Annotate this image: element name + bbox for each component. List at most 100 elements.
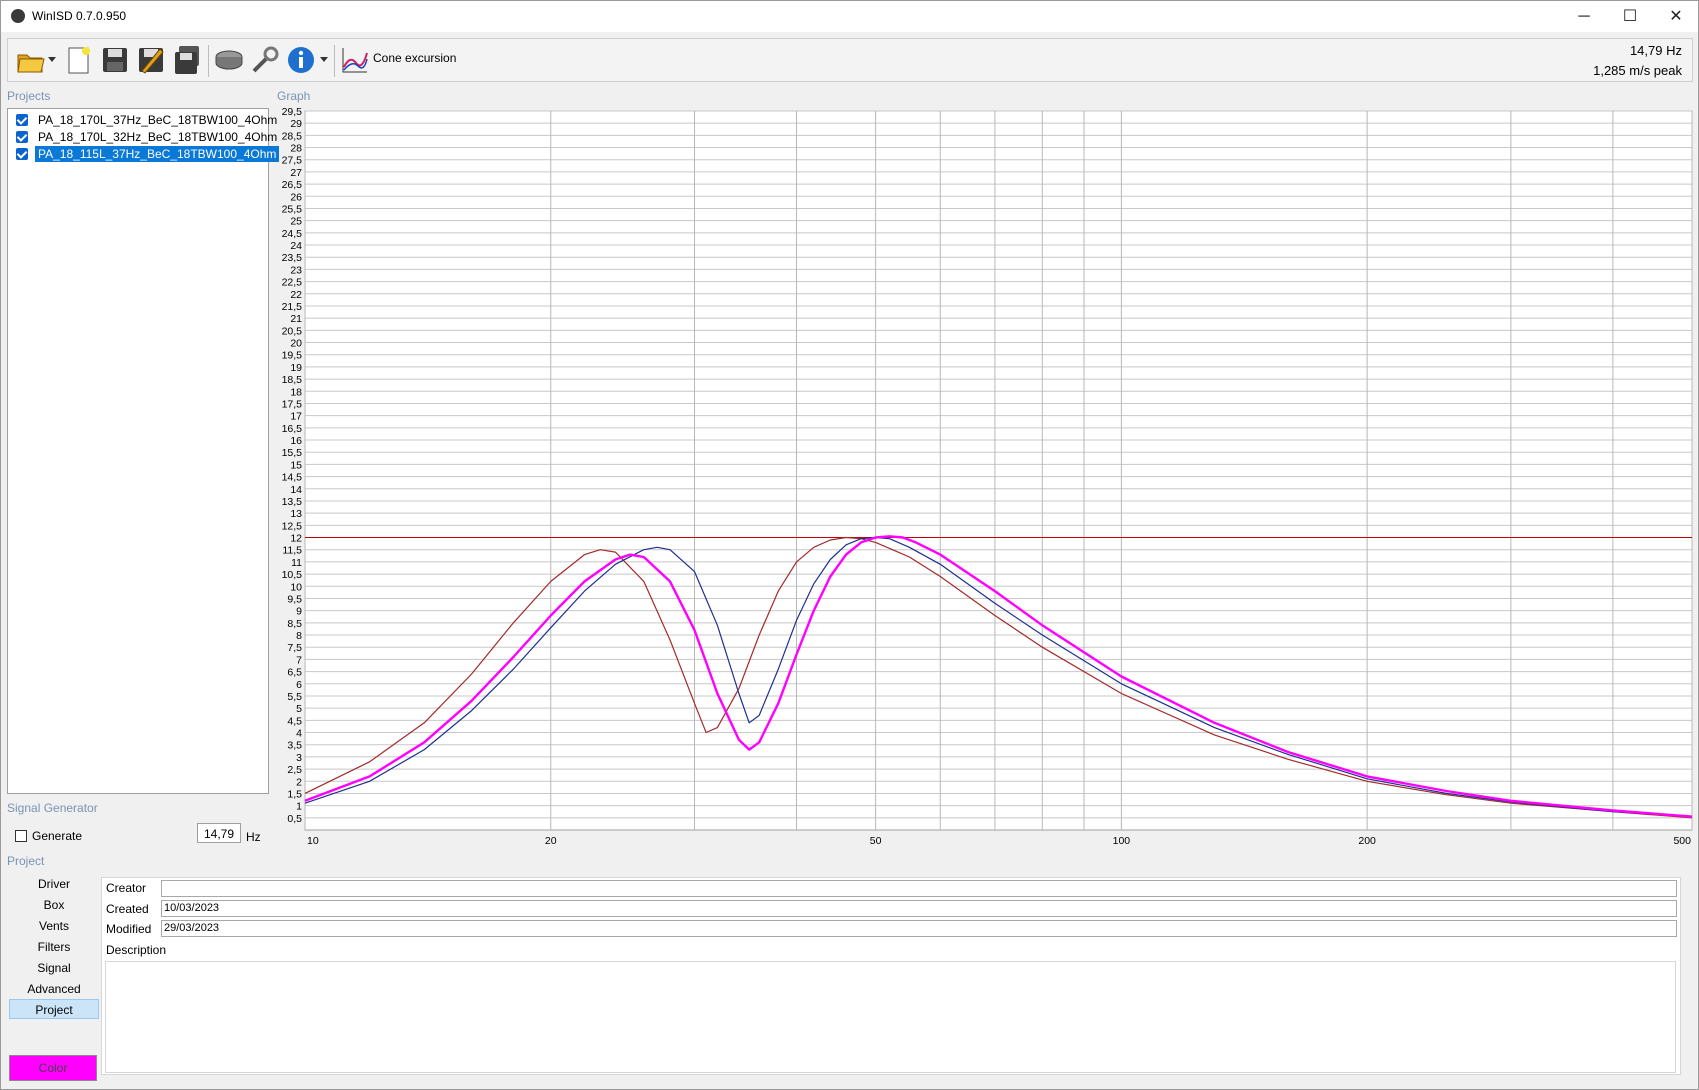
driver-icon[interactable] [214, 45, 244, 75]
y-tick-label: 27 [290, 167, 302, 179]
x-tick-label: 50 [870, 835, 882, 847]
y-tick-label: 27,5 [282, 155, 303, 167]
y-tick-label: 29 [290, 118, 302, 130]
y-tick-label: 12,5 [282, 520, 303, 532]
nav-project[interactable]: Project [9, 999, 99, 1019]
modified-label: Modified [106, 922, 152, 936]
x-tick-label: 20 [545, 835, 557, 847]
maximize-button[interactable]: ☐ [1607, 1, 1653, 32]
y-tick-label: 22 [290, 289, 302, 301]
y-tick-label: 18 [290, 386, 302, 398]
y-tick-label: 25,5 [282, 203, 303, 215]
window-title: WinISD 0.7.0.950 [32, 9, 127, 23]
y-tick-label: 16 [290, 435, 302, 447]
y-tick-label: 14,5 [282, 472, 303, 484]
nav-advanced[interactable]: Advanced [9, 979, 99, 999]
y-tick-label: 24 [290, 240, 302, 252]
info-dropdown-chevron-icon[interactable] [320, 57, 328, 63]
created-field[interactable]: 10/03/2023 [161, 900, 1677, 917]
graph-icon[interactable] [340, 45, 370, 75]
y-tick-label: 3,5 [287, 740, 302, 752]
description-label: Description [106, 943, 167, 957]
y-tick-label: 15 [290, 459, 302, 471]
y-tick-label: 0,5 [287, 813, 302, 825]
y-tick-label: 6,5 [287, 667, 302, 679]
plot-area [304, 110, 1693, 831]
nav-vents[interactable]: Vents [9, 916, 99, 936]
x-tick-label: 10 [307, 835, 319, 847]
y-tick-label: 28 [290, 143, 302, 155]
open-dropdown-chevron-icon[interactable] [48, 57, 56, 63]
open-folder-icon[interactable] [16, 45, 46, 75]
y-tick-label: 17 [290, 411, 302, 423]
creator-label: Creator [106, 881, 147, 895]
y-tick-label: 4 [296, 728, 302, 740]
description-textarea[interactable] [105, 961, 1676, 1073]
project-checkbox[interactable] [16, 148, 28, 160]
y-tick-label: 26 [290, 191, 302, 203]
nav-signal[interactable]: Signal [9, 958, 99, 978]
generate-label: Generate [32, 829, 83, 843]
info-icon[interactable] [286, 45, 316, 75]
toolbar-separator [208, 45, 209, 77]
toolbar-separator [334, 45, 335, 77]
y-tick-label: 21,5 [282, 301, 303, 313]
y-tick-label: 18,5 [282, 374, 303, 386]
y-tick-label: 12 [290, 533, 302, 545]
frequency-readout: 14,79 Hz [1629, 43, 1682, 58]
minimize-button[interactable]: ─ [1561, 1, 1607, 32]
color-button[interactable]: Color [9, 1055, 97, 1081]
signal-frequency-input[interactable]: 14,79 [197, 823, 241, 843]
new-project-icon[interactable] [64, 45, 94, 75]
project-checkbox[interactable] [16, 114, 28, 126]
project-checkbox[interactable] [16, 131, 28, 143]
project-name[interactable]: PA_18_115L_37Hz_BeC_18TBW100_4Ohm [35, 146, 280, 162]
cone-excursion-graph[interactable]: 0,511,522,533,544,555,566,577,588,599,51… [271, 108, 1695, 848]
y-tick-label: 5,5 [287, 691, 302, 703]
y-tick-label: 19,5 [282, 350, 303, 362]
y-tick-label: 24,5 [282, 228, 303, 240]
modified-field[interactable]: 29/03/2023 [161, 920, 1677, 937]
y-tick-label: 1,5 [287, 788, 302, 800]
y-tick-label: 21 [290, 313, 302, 325]
y-tick-label: 9 [296, 606, 302, 618]
nav-driver[interactable]: Driver [9, 874, 99, 894]
y-tick-label: 26,5 [282, 179, 303, 191]
y-tick-label: 6 [296, 679, 302, 691]
project-section-label: Project [7, 854, 45, 868]
y-tick-label: 9,5 [287, 593, 302, 605]
project-item-selected[interactable]: PA_18_115L_37Hz_BeC_18TBW100_4Ohm [12, 146, 280, 162]
signal-generator-section-label: Signal Generator [7, 801, 98, 815]
app-window: WinISD 0.7.0.950 ─ ☐ ✕ Cone excursion 14… [0, 0, 1699, 1090]
close-button[interactable]: ✕ [1653, 1, 1699, 32]
y-tick-label: 23,5 [282, 252, 303, 264]
y-tick-label: 2 [296, 776, 302, 788]
project-name[interactable]: PA_18_170L_37Hz_BeC_18TBW100_4Ohm [35, 112, 280, 128]
y-tick-label: 11 [291, 557, 302, 569]
save-icon[interactable] [100, 45, 130, 75]
y-tick-label: 20,5 [282, 325, 303, 337]
y-tick-label: 7 [296, 654, 302, 666]
tools-icon[interactable] [250, 45, 280, 75]
generate-checkbox[interactable] [15, 830, 27, 842]
y-tick-label: 19 [290, 362, 302, 374]
winisd-logo-icon [11, 9, 25, 23]
project-item[interactable]: PA_18_170L_32Hz_BeC_18TBW100_4Ohm [12, 129, 277, 145]
y-tick-label: 2,5 [287, 764, 302, 776]
y-tick-label: 1 [296, 801, 302, 813]
projects-list[interactable]: PA_18_170L_37Hz_BeC_18TBW100_4Ohm PA_18_… [7, 108, 280, 794]
nav-box[interactable]: Box [9, 895, 99, 915]
x-tick-label: 100 [1113, 835, 1131, 847]
creator-field[interactable] [161, 880, 1677, 897]
save-all-icon[interactable] [172, 45, 202, 75]
y-tick-label: 23 [290, 264, 302, 276]
y-tick-label: 10 [290, 581, 302, 593]
project-name[interactable]: PA_18_170L_32Hz_BeC_18TBW100_4Ohm [35, 129, 280, 145]
y-tick-label: 17,5 [282, 398, 303, 410]
graph-type-label[interactable]: Cone excursion [373, 51, 456, 65]
nav-filters[interactable]: Filters [9, 937, 99, 957]
project-item[interactable]: PA_18_170L_37Hz_BeC_18TBW100_4Ohm [12, 112, 277, 128]
signal-frequency-unit: Hz [246, 830, 261, 844]
toolbar [7, 38, 1693, 82]
save-as-icon[interactable] [136, 45, 166, 75]
